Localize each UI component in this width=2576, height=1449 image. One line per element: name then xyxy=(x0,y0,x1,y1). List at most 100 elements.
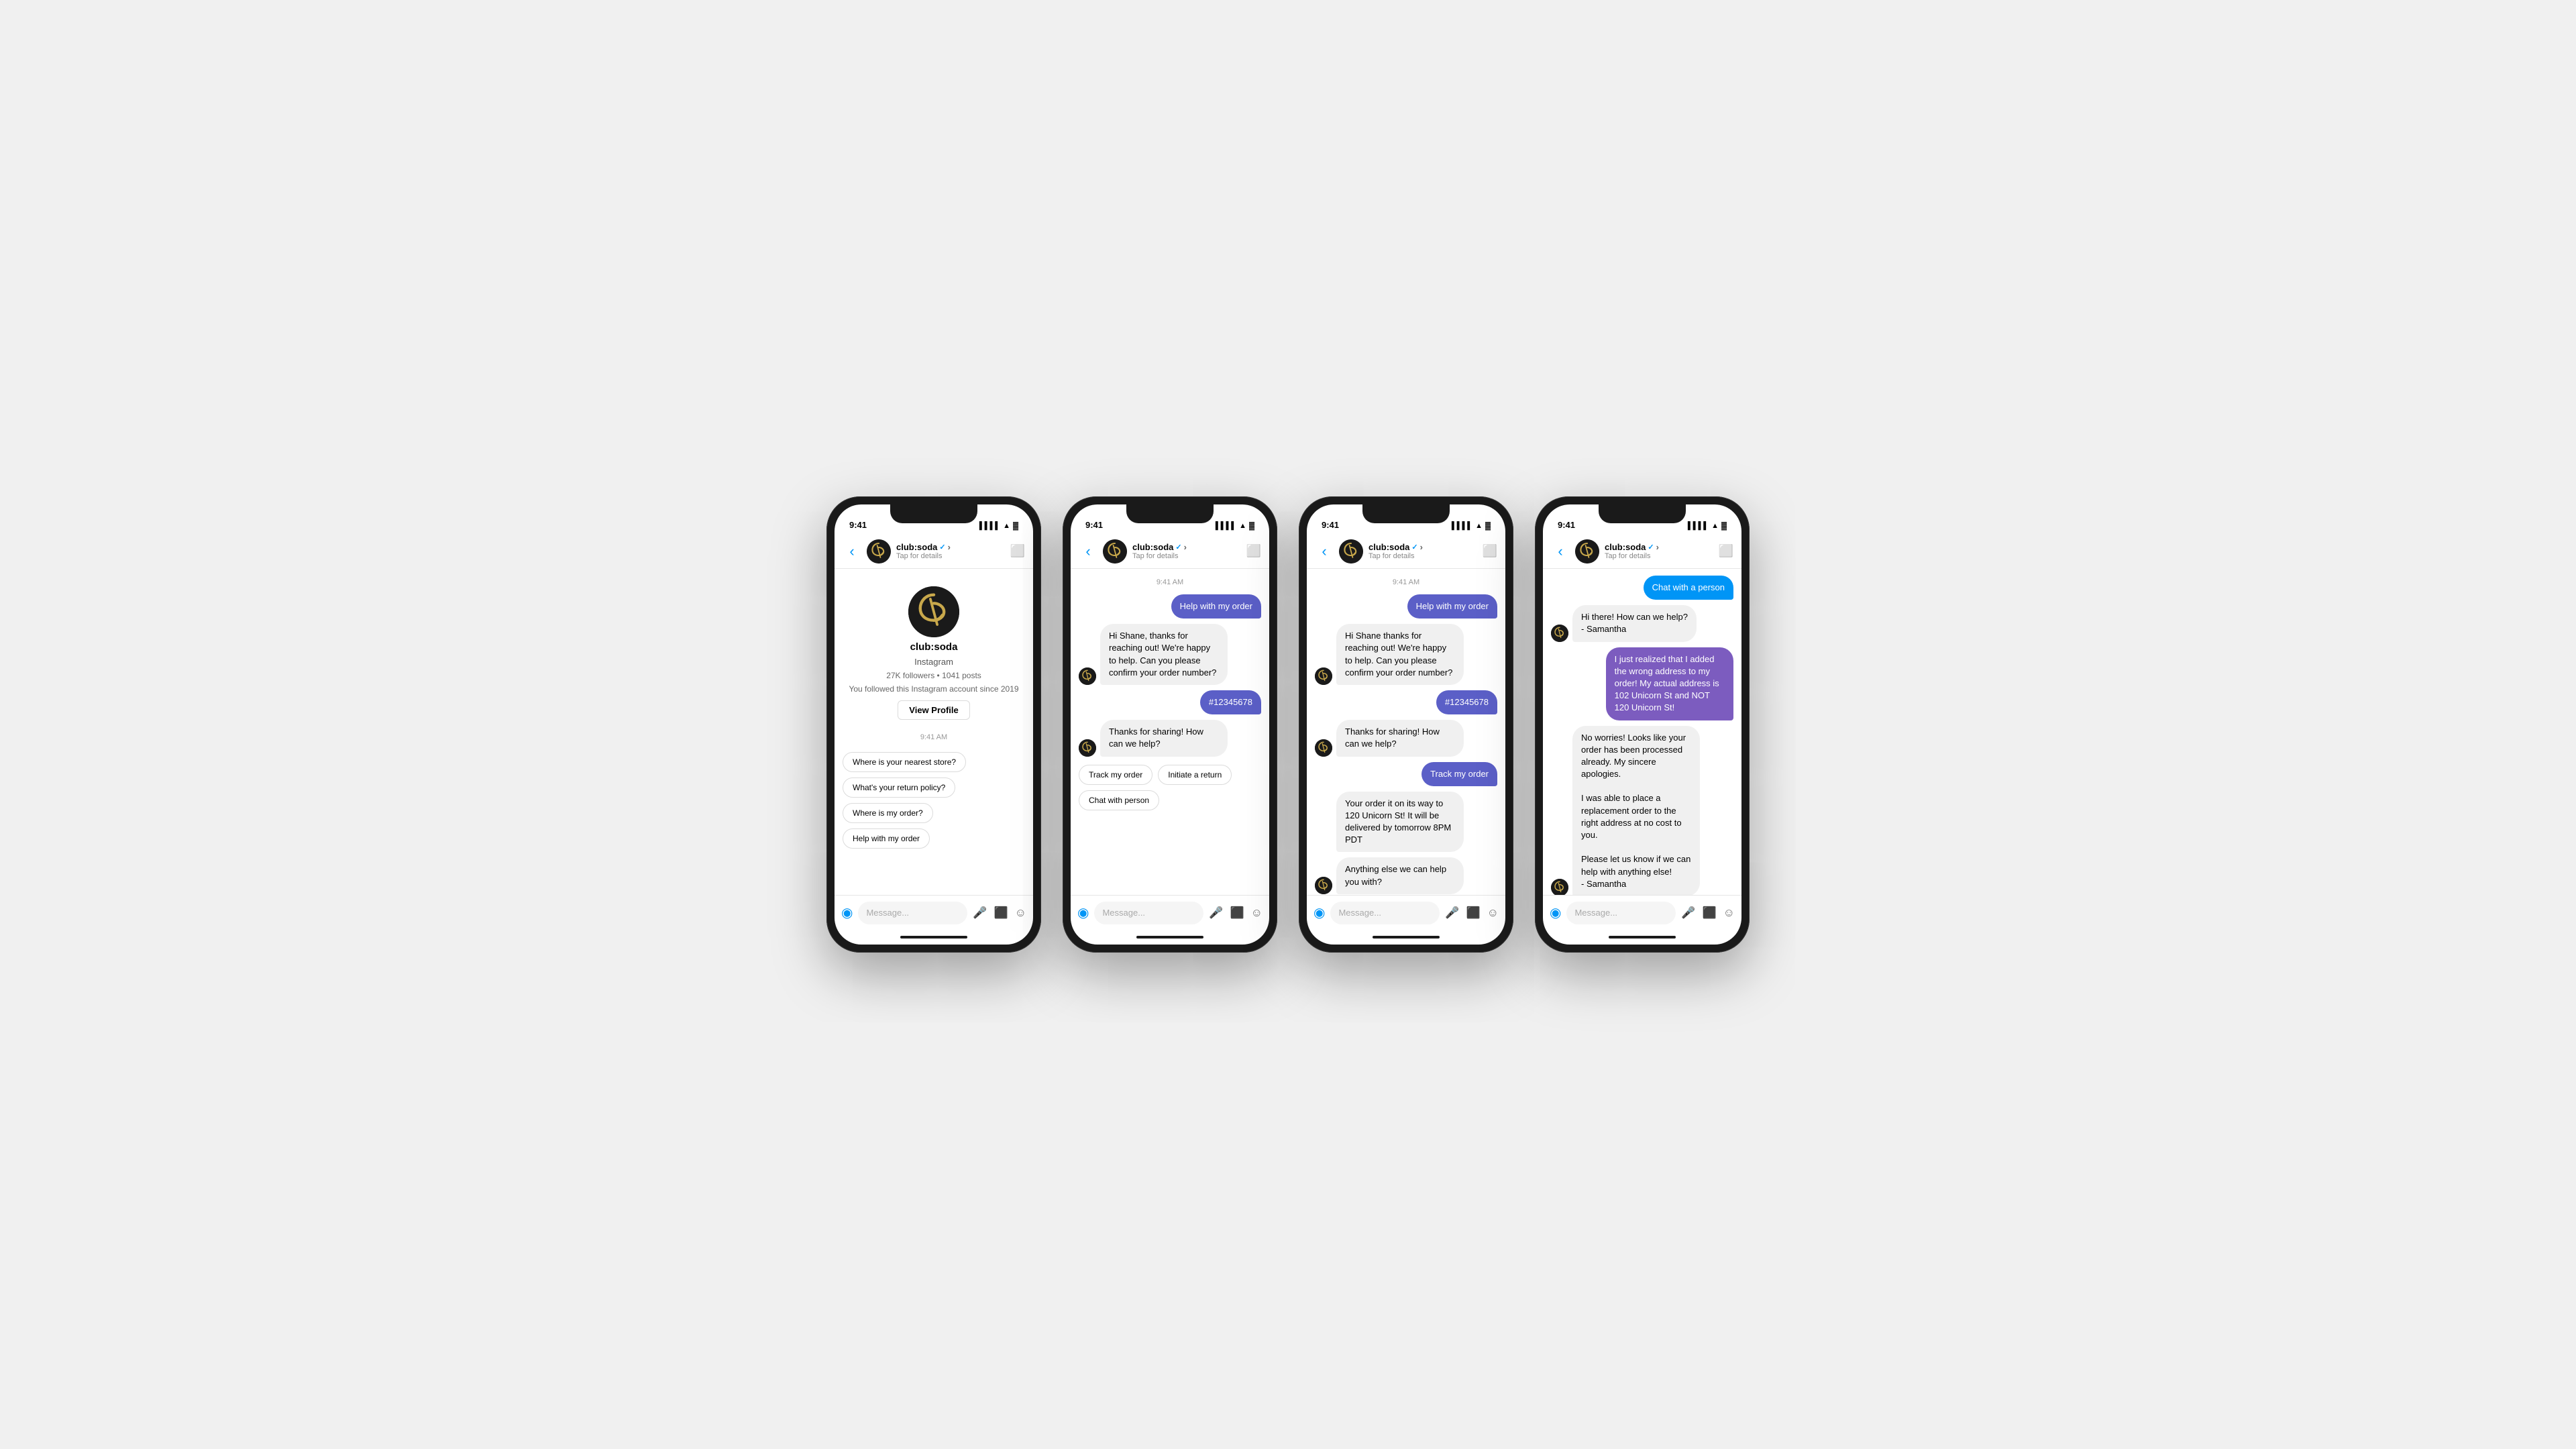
wifi-icon: ▲ xyxy=(1239,522,1246,530)
quick-reply-0[interactable]: Track my order xyxy=(1079,765,1152,785)
message-sent-2: I just realized that I added the wrong a… xyxy=(1551,647,1733,720)
nav-name: club:soda ✓ › xyxy=(1368,542,1477,552)
image-icon[interactable]: ⬛ xyxy=(1230,906,1244,920)
signal-icon: ▌▌▌▌ xyxy=(1452,522,1472,530)
quick-replies: Track my order Initiate a return Chat with… xyxy=(1079,762,1261,813)
emoji-icon[interactable]: ☺ xyxy=(1251,906,1263,920)
message-input-bar: ◉ Message... 🎤 ⬛ ☺ xyxy=(1543,895,1741,930)
camera-icon[interactable]: ◉ xyxy=(1313,904,1325,921)
nav-bar: ‹ club:soda ✓ › Tap for details ⬜ xyxy=(835,534,1033,569)
bubble-received-5: Your order it on its way to 120 Unicorn … xyxy=(1336,792,1464,853)
message-sent-0: Help with my order xyxy=(1315,594,1497,619)
mic-icon[interactable]: 🎤 xyxy=(1681,906,1695,920)
bubble-received-1: Hi there! How can we help?- Samantha xyxy=(1572,605,1697,641)
status-icons: ▌▌▌▌ ▲ ▓ xyxy=(979,522,1018,530)
wifi-icon: ▲ xyxy=(1475,522,1483,530)
emoji-icon[interactable]: ☺ xyxy=(1487,906,1499,920)
message-input[interactable]: Message... xyxy=(1330,902,1440,924)
message-received-1: Hi Shane, thanks for reaching out! We're… xyxy=(1079,624,1261,685)
camera-icon[interactable]: ◉ xyxy=(841,904,853,921)
view-profile-button[interactable]: View Profile xyxy=(898,700,969,720)
status-time: 9:41 xyxy=(1085,520,1103,530)
quick-reply-3[interactable]: Help with my order xyxy=(843,828,930,849)
quick-reply-2[interactable]: Where is my order? xyxy=(843,803,933,823)
bubble-sent-2: #12345678 xyxy=(1200,690,1261,714)
nav-info: club:soda ✓ › Tap for details xyxy=(1368,542,1477,560)
bot-avatar-3 xyxy=(1551,879,1568,895)
verified-badge: ✓ xyxy=(1411,543,1417,551)
message-received-5: Your order it on its way to 120 Unicorn … xyxy=(1315,792,1497,853)
image-icon[interactable]: ⬛ xyxy=(1466,906,1480,920)
wifi-icon: ▲ xyxy=(1711,522,1719,530)
back-button[interactable]: ‹ xyxy=(1551,543,1570,560)
quick-reply-2[interactable]: Chat with person xyxy=(1079,790,1159,810)
video-call-icon[interactable]: ⬜ xyxy=(1246,544,1261,558)
bubble-received-1: Hi Shane, thanks for reaching out! We're… xyxy=(1100,624,1228,685)
status-icons: ▌▌▌▌ ▲ ▓ xyxy=(1216,522,1254,530)
profile-name: club:soda xyxy=(910,641,958,653)
image-icon[interactable]: ⬛ xyxy=(994,906,1008,920)
home-indicator xyxy=(835,930,1033,945)
message-input[interactable]: Message... xyxy=(858,902,967,924)
verified-badge: ✓ xyxy=(939,543,945,551)
message-received-3: Thanks for sharing! How can we help? xyxy=(1315,720,1497,756)
bubble-sent-4: Track my order xyxy=(1421,762,1497,786)
message-input-bar: ◉ Message... 🎤 ⬛ ☺ xyxy=(835,895,1033,930)
quick-reply-1[interactable]: What's your return policy? xyxy=(843,777,955,798)
video-call-icon[interactable]: ⬜ xyxy=(1010,544,1025,558)
phone-1: 9:41 ▌▌▌▌ ▲ ▓ ‹ club:soda ✓ › xyxy=(826,496,1041,953)
notch xyxy=(1599,504,1686,523)
input-icons: 🎤 ⬛ ☺ xyxy=(973,906,1026,920)
phone-screen: 9:41 ▌▌▌▌ ▲ ▓ ‹ club:soda ✓ › xyxy=(1543,504,1741,945)
quick-reply-1[interactable]: Initiate a return xyxy=(1158,765,1232,785)
message-received-1: Hi Shane thanks for reaching out! We're … xyxy=(1315,624,1497,685)
emoji-icon[interactable]: ☺ xyxy=(1015,906,1026,920)
chevron-icon: › xyxy=(1420,542,1423,552)
status-time: 9:41 xyxy=(1558,520,1575,530)
timestamp: 9:41 AM xyxy=(1315,578,1497,586)
input-icons: 🎤 ⬛ ☺ xyxy=(1445,906,1499,920)
home-indicator xyxy=(1071,930,1269,945)
status-icons: ▌▌▌▌ ▲ ▓ xyxy=(1688,522,1727,530)
quick-reply-0[interactable]: Where is your nearest store? xyxy=(843,752,966,772)
profile-section: club:soda Instagram 27K followers • 1041… xyxy=(843,576,1025,725)
camera-icon[interactable]: ◉ xyxy=(1550,904,1561,921)
back-button[interactable]: ‹ xyxy=(843,543,861,560)
bubble-received-3: Thanks for sharing! How can we help? xyxy=(1100,720,1228,756)
message-input[interactable]: Message... xyxy=(1094,902,1203,924)
nav-avatar xyxy=(867,539,891,564)
chat-area: 9:41 AM Help with my order Hi Shane than… xyxy=(1307,569,1505,895)
nav-bar: ‹ club:soda ✓ › Tap for details ⬜ xyxy=(1071,534,1269,569)
chevron-icon: › xyxy=(1184,542,1187,552)
video-call-icon[interactable]: ⬜ xyxy=(1483,544,1497,558)
camera-icon[interactable]: ◉ xyxy=(1077,904,1089,921)
image-icon[interactable]: ⬛ xyxy=(1702,906,1716,920)
message-input[interactable]: Message... xyxy=(1566,902,1676,924)
nav-subtitle: Tap for details xyxy=(1605,552,1713,560)
emoji-icon[interactable]: ☺ xyxy=(1723,906,1735,920)
video-call-icon[interactable]: ⬜ xyxy=(1719,544,1733,558)
mic-icon[interactable]: 🎤 xyxy=(973,906,987,920)
mic-icon[interactable]: 🎤 xyxy=(1209,906,1223,920)
message-received-3: Thanks for sharing! How can we help? xyxy=(1079,720,1261,756)
message-input-bar: ◉ Message... 🎤 ⬛ ☺ xyxy=(1307,895,1505,930)
battery-icon: ▓ xyxy=(1013,522,1018,530)
status-time: 9:41 xyxy=(849,520,867,530)
notch xyxy=(890,504,977,523)
status-time: 9:41 xyxy=(1322,520,1339,530)
nav-name: club:soda ✓ › xyxy=(1132,542,1241,552)
nav-avatar xyxy=(1339,539,1363,564)
back-button[interactable]: ‹ xyxy=(1079,543,1097,560)
nav-avatar xyxy=(1575,539,1599,564)
back-button[interactable]: ‹ xyxy=(1315,543,1334,560)
home-bar xyxy=(1373,936,1440,938)
message-sent-0: Chat with a person xyxy=(1551,576,1733,600)
chat-area: club:soda Instagram 27K followers • 1041… xyxy=(835,569,1033,895)
bot-avatar-1 xyxy=(1079,667,1096,685)
mic-icon[interactable]: 🎤 xyxy=(1445,906,1459,920)
verified-badge: ✓ xyxy=(1648,543,1654,551)
nav-subtitle: Tap for details xyxy=(896,552,1005,560)
status-icons: ▌▌▌▌ ▲ ▓ xyxy=(1452,522,1491,530)
nav-info: club:soda ✓ › Tap for details xyxy=(1132,542,1241,560)
home-bar xyxy=(1609,936,1676,938)
